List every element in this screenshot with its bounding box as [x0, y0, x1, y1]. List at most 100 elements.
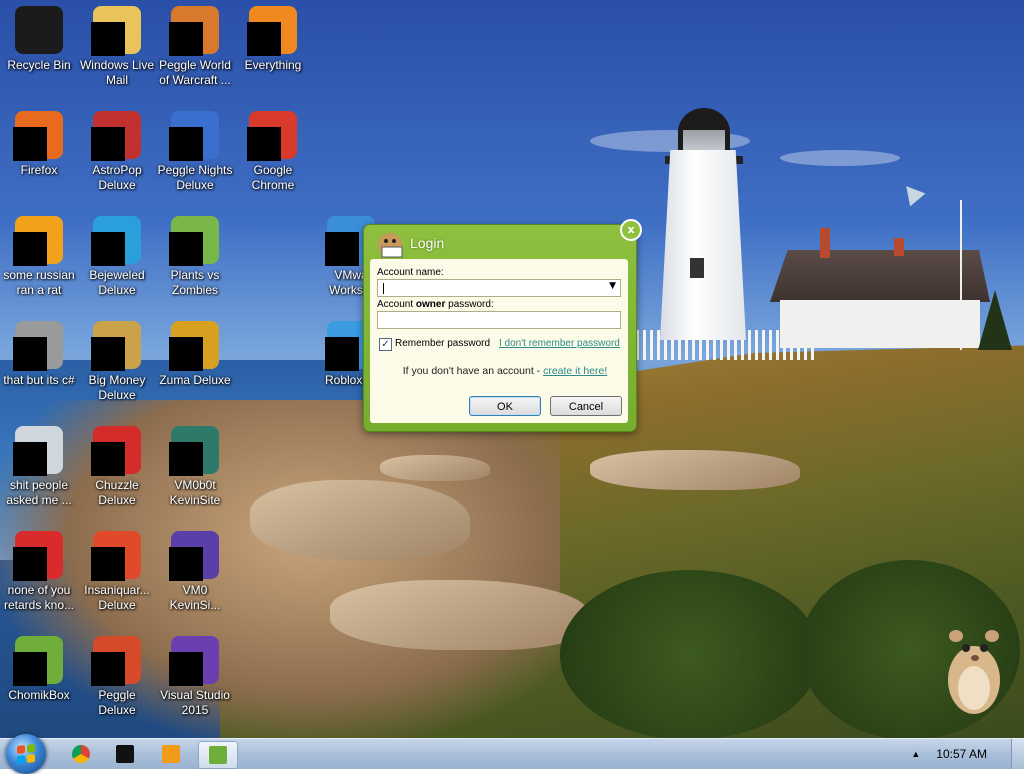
- taskbar-button[interactable]: [152, 741, 190, 767]
- taskbar-button[interactable]: [198, 741, 238, 769]
- desktop-icon-label: Peggle World of Warcraft ...: [159, 58, 231, 87]
- desktop-icon[interactable]: Chuzzle Deluxe: [78, 420, 156, 508]
- recycle-bin-icon: [15, 6, 63, 54]
- cloud: [780, 150, 900, 166]
- chimney: [820, 228, 830, 258]
- create-account-link[interactable]: create it here!: [543, 365, 607, 377]
- redaction-box: [169, 232, 203, 266]
- house: [780, 300, 980, 348]
- desktop-icon-label: that but its c#: [3, 373, 75, 387]
- redaction-box: [13, 232, 47, 266]
- mouse-cursor-icon: [898, 179, 926, 207]
- login-body: Account name: ▼ Account owner password: …: [370, 259, 628, 423]
- rock: [380, 455, 490, 481]
- redaction-box: [247, 127, 281, 161]
- show-hidden-icons-button[interactable]: ▲: [911, 749, 920, 759]
- desktop-icon[interactable]: Everything: [234, 0, 312, 73]
- desktop-icon-label: Firefox: [20, 163, 58, 177]
- desktop-icon[interactable]: Peggle Nights Deluxe: [156, 105, 234, 193]
- desktop-icon[interactable]: Google Chrome: [234, 105, 312, 193]
- desktop-icon[interactable]: Recycle Bin: [0, 0, 78, 73]
- password-label-suffix: password:: [445, 299, 494, 310]
- redaction-box: [169, 337, 203, 371]
- desktop-icon-label: none of you retards kno...: [3, 583, 75, 612]
- desktop-icon[interactable]: that but its c#: [0, 315, 78, 388]
- redaction-box: [13, 547, 47, 581]
- taskbar: ▲ 10:57 AM: [0, 734, 1024, 774]
- login-dialog: Login x Account name: ▼ Account owner pa…: [363, 219, 642, 432]
- desktop-icon[interactable]: Zuma Deluxe: [156, 315, 234, 388]
- app-icon: [13, 216, 63, 266]
- desktop-icon[interactable]: Peggle World of Warcraft ...: [156, 0, 234, 88]
- desktop-icon[interactable]: shit people asked me ...: [0, 420, 78, 508]
- desktop-icon[interactable]: Bejeweled Deluxe: [78, 210, 156, 298]
- clock[interactable]: 10:57 AM: [936, 747, 987, 761]
- signup-text: If you don't have an account - create it…: [390, 365, 620, 377]
- signup-prompt: If you don't have an account -: [402, 365, 544, 377]
- show-desktop-button[interactable]: [1011, 739, 1024, 769]
- rock: [330, 580, 590, 650]
- desktop-icon[interactable]: Peggle Deluxe: [78, 630, 156, 718]
- desktop-icon[interactable]: Big Money Deluxe: [78, 315, 156, 403]
- remember-password-checkbox[interactable]: ✓: [379, 338, 392, 351]
- rock: [590, 450, 800, 490]
- forgot-password-link[interactable]: I don't remember password: [499, 338, 620, 349]
- redaction-box: [91, 337, 125, 371]
- flag-pole: [960, 200, 962, 350]
- desktop-icon[interactable]: Visual Studio 2015: [156, 630, 234, 718]
- start-button[interactable]: [6, 734, 46, 774]
- redaction-box: [91, 22, 125, 56]
- chevron-down-icon[interactable]: ▼: [609, 281, 616, 291]
- desktop-icon-label: AstroPop Deluxe: [92, 163, 142, 192]
- system-tray: ▲ 10:57 AM: [911, 739, 1024, 769]
- desktop-icon[interactable]: AstroPop Deluxe: [78, 105, 156, 193]
- chrome-icon: [72, 745, 90, 763]
- desktop-icon[interactable]: ChomikBox: [0, 630, 78, 703]
- ok-button[interactable]: OK: [469, 396, 541, 416]
- redaction-box: [13, 442, 47, 476]
- desktop-icon[interactable]: Plants vs Zombies: [156, 210, 234, 298]
- account-name-field[interactable]: ▼: [377, 279, 621, 297]
- desktop-icon[interactable]: Firefox: [0, 105, 78, 178]
- redaction-box: [325, 232, 359, 266]
- desktop-icon-label: Plants vs Zombies: [170, 268, 220, 297]
- peggle-nights-icon: [169, 111, 219, 161]
- lighthouse: [660, 150, 746, 340]
- media-player-icon: [162, 745, 180, 763]
- desktop-icon-label: Recycle Bin: [7, 58, 71, 72]
- desktop-icon-label: VM0 KevinSi...: [169, 583, 221, 612]
- firefox-icon: [13, 111, 63, 161]
- vm-shortcut-icon: [169, 426, 219, 476]
- chimney: [894, 238, 904, 256]
- desktop-icon[interactable]: Windows Live Mail: [78, 0, 156, 88]
- desktop-icon[interactable]: VM0b0t KevinSite: [156, 420, 234, 508]
- chrome-icon: [247, 111, 297, 161]
- hamster-mascot-icon[interactable]: [944, 618, 1004, 718]
- peggle-icon: [91, 636, 141, 686]
- desktop-icon[interactable]: VM0 KevinSi...: [156, 525, 234, 613]
- redaction-box: [169, 127, 203, 161]
- desktop-icon-label: VM0b0t KevinSite: [169, 478, 221, 507]
- taskbar-button[interactable]: [106, 741, 144, 767]
- login-title: Login: [410, 235, 445, 251]
- close-button[interactable]: x: [620, 219, 642, 241]
- desktop-icon-label: shit people asked me ...: [6, 478, 72, 507]
- desktop-icon-label: Everything: [244, 58, 302, 72]
- visual-studio-icon: [169, 636, 219, 686]
- black-window-icon: [116, 745, 134, 763]
- desktop-icon[interactable]: some russian ran a rat: [0, 210, 78, 298]
- desktop-icon[interactable]: Insaniquar... Deluxe: [78, 525, 156, 613]
- redaction-box: [325, 337, 359, 371]
- password-field[interactable]: [377, 311, 621, 329]
- opera-icon: [13, 531, 63, 581]
- desktop-icon[interactable]: none of you retards kno...: [0, 525, 78, 613]
- redaction-box: [91, 442, 125, 476]
- desktop-icon-label: Chuzzle Deluxe: [95, 478, 139, 507]
- taskbar-button[interactable]: [62, 741, 100, 767]
- cancel-button[interactable]: Cancel: [550, 396, 622, 416]
- desktop-icon-label: Big Money Deluxe: [88, 373, 146, 402]
- house-roof: [770, 250, 990, 302]
- zuma-icon: [169, 321, 219, 371]
- remember-password-label[interactable]: Remember password: [395, 338, 490, 349]
- everything-search-icon: [247, 6, 297, 56]
